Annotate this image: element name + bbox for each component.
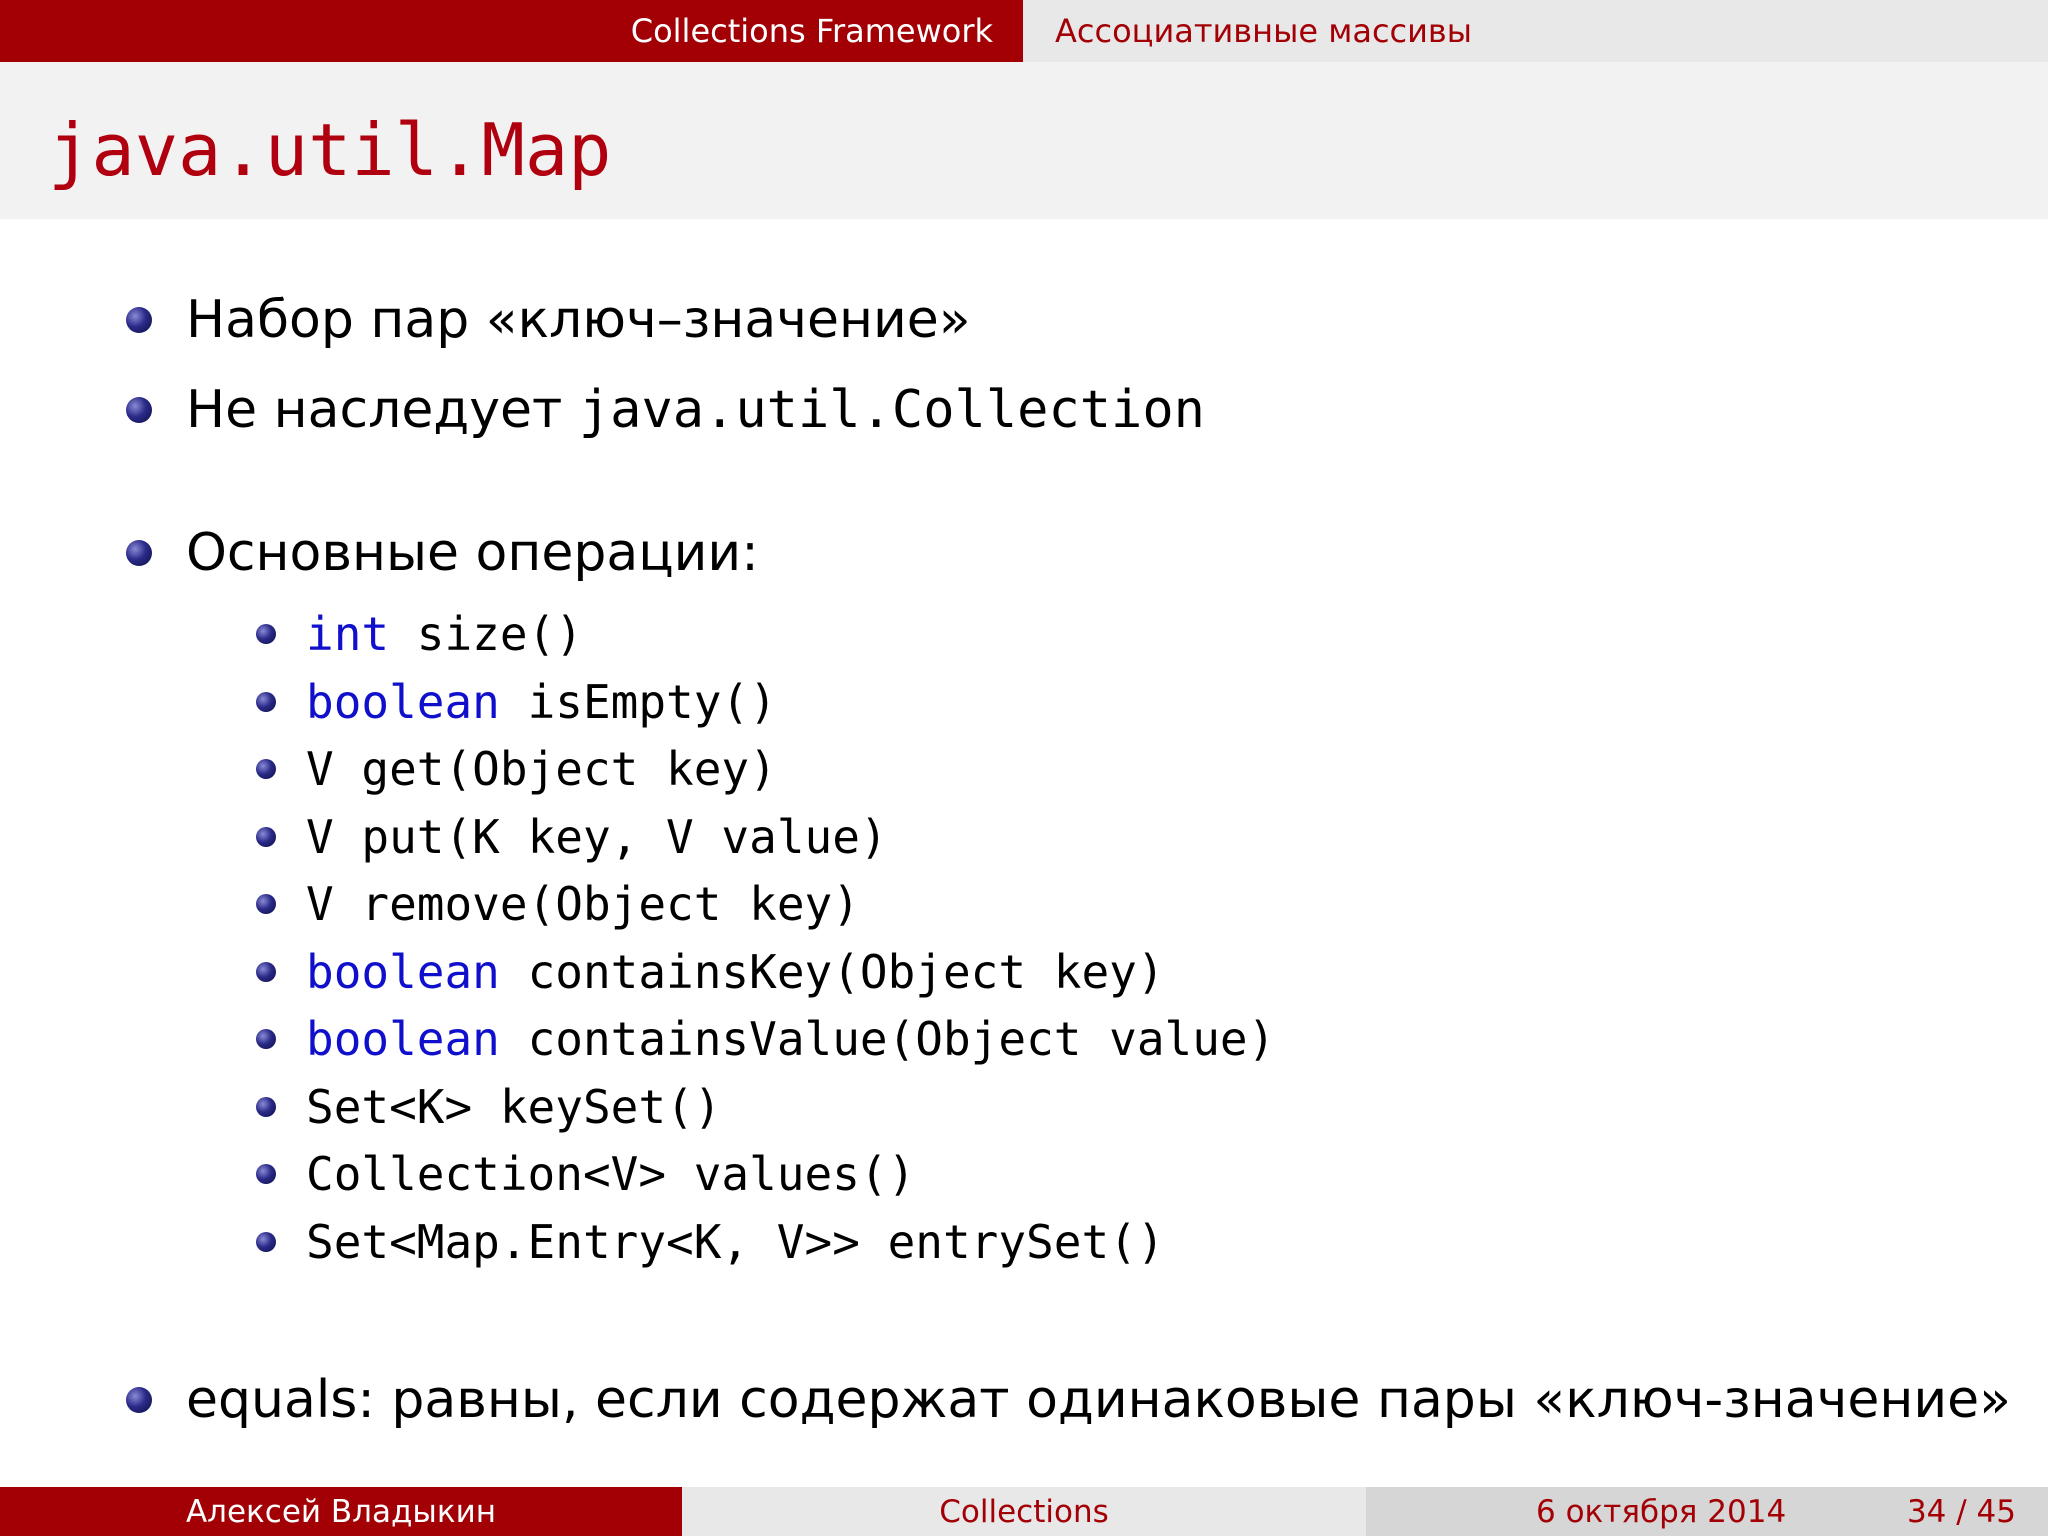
operation-signature: containsValue(Object value) bbox=[499, 1012, 1276, 1066]
operation-type: boolean bbox=[306, 675, 500, 729]
operation-item: V get(Object key) bbox=[256, 742, 777, 796]
sub-bullet-icon bbox=[256, 1097, 276, 1117]
operation-signature: keySet() bbox=[472, 1080, 722, 1134]
footer-author-label: Алексей Владыкин bbox=[185, 1493, 497, 1530]
operation-type: V bbox=[306, 877, 334, 931]
bullet-code: java.util.Collection bbox=[578, 380, 1205, 440]
operation-item: V remove(Object key) bbox=[256, 877, 860, 931]
sub-bullet-icon bbox=[256, 1232, 276, 1252]
bullet-text: Основные операции: bbox=[186, 523, 759, 583]
operation-item: boolean isEmpty() bbox=[256, 675, 777, 729]
footer-author[interactable]: Алексей Владыкин bbox=[0, 1487, 682, 1536]
bullet-icon bbox=[126, 307, 152, 333]
operation-type: Set<K> bbox=[306, 1080, 473, 1134]
operation-signature: size() bbox=[389, 607, 583, 661]
bullet-icon bbox=[126, 397, 152, 423]
sub-bullet-icon bbox=[256, 692, 276, 712]
bullet-text: equals: равны, если содержат одинаковые … bbox=[186, 1370, 2011, 1430]
sub-bullet-icon bbox=[256, 1029, 276, 1049]
operation-signature: values() bbox=[666, 1147, 916, 1201]
bullet-item: Набор пар «ключ–значение» bbox=[126, 290, 971, 350]
operation-item: Set<K> keySet() bbox=[256, 1080, 721, 1134]
bullet-item: Основные операции: bbox=[126, 523, 759, 583]
bullet-text: Набор пар «ключ–значение» bbox=[186, 290, 971, 350]
footer-page-number: 34 / 45 bbox=[1906, 1493, 2016, 1530]
header-section-label: Collections Framework bbox=[630, 12, 993, 50]
frame-title: java.util.Map bbox=[48, 108, 612, 192]
operation-item: Collection<V> values() bbox=[256, 1147, 915, 1201]
bullet-item: equals: равны, если содержат одинаковые … bbox=[126, 1370, 2011, 1430]
footer-info: 6 октября 2014 34 / 45 bbox=[1366, 1487, 2048, 1536]
operation-type: boolean bbox=[306, 1012, 500, 1066]
frame-title-bar: java.util.Map bbox=[0, 62, 2048, 219]
operation-signature: isEmpty() bbox=[499, 675, 777, 729]
footer-title-label: Collections bbox=[939, 1493, 1109, 1530]
operation-type: int bbox=[306, 607, 390, 661]
footer-date: 6 октября 2014 bbox=[1536, 1493, 1787, 1530]
operation-item: Set<Map.Entry<K, V>> entrySet() bbox=[256, 1215, 1165, 1269]
operation-signature: get(Object key) bbox=[333, 742, 777, 796]
sub-bullet-icon bbox=[256, 1164, 276, 1184]
operation-type: boolean bbox=[306, 945, 500, 999]
bullet-item: Не наследует java.util.Collection bbox=[126, 380, 1205, 440]
operation-type: Set<Map.Entry<K, V>> bbox=[306, 1215, 860, 1269]
header-subsection[interactable]: Ассоциативные массивы bbox=[1023, 0, 2048, 62]
bullet-icon bbox=[126, 540, 152, 566]
operation-signature: entrySet() bbox=[859, 1215, 1165, 1269]
header-bar: Collections Framework Ассоциативные масс… bbox=[0, 0, 2048, 62]
footer-title[interactable]: Collections bbox=[682, 1487, 1366, 1536]
operation-signature: containsKey(Object key) bbox=[499, 945, 1165, 999]
operation-signature: put(K key, V value) bbox=[333, 810, 888, 864]
sub-bullet-icon bbox=[256, 759, 276, 779]
footer-bar: Алексей Владыкин Collections 6 октября 2… bbox=[0, 1487, 2048, 1536]
sub-bullet-icon bbox=[256, 894, 276, 914]
sub-bullet-icon bbox=[256, 827, 276, 847]
sub-bullet-icon bbox=[256, 624, 276, 644]
operation-type: Collection<V> bbox=[306, 1147, 667, 1201]
bullet-icon bbox=[126, 1387, 152, 1413]
bullet-text: Не наследует bbox=[186, 380, 579, 440]
operation-type: V bbox=[306, 810, 334, 864]
operation-item: V put(K key, V value) bbox=[256, 810, 888, 864]
header-section[interactable]: Collections Framework bbox=[0, 0, 1023, 62]
operation-item: boolean containsKey(Object key) bbox=[256, 945, 1165, 999]
header-subsection-label: Ассоциативные массивы bbox=[1055, 12, 1473, 50]
operation-signature: remove(Object key) bbox=[333, 877, 860, 931]
operation-item: int size() bbox=[256, 607, 583, 661]
sub-bullet-icon bbox=[256, 962, 276, 982]
operation-item: boolean containsValue(Object value) bbox=[256, 1012, 1275, 1066]
operation-type: V bbox=[306, 742, 334, 796]
